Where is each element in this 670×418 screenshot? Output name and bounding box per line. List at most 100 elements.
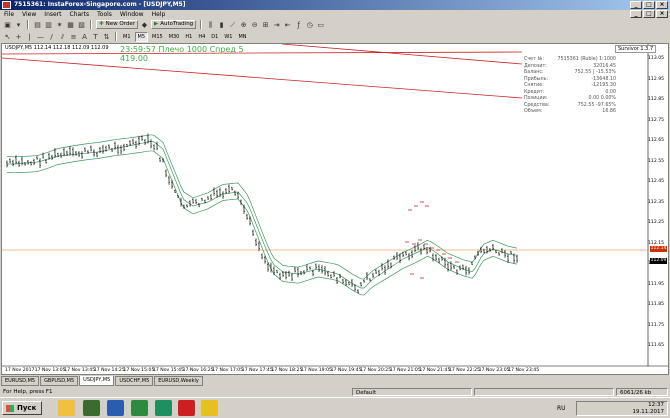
line-chart-icon[interactable]: ⟋ (228, 20, 237, 29)
menu-bar: File View Insert Charts Tools Window Hel… (0, 10, 670, 19)
y-axis-label: 111.85 (648, 302, 665, 307)
menu-file[interactable]: File (4, 11, 14, 18)
zoom-out-icon[interactable]: ⊖ (250, 20, 259, 29)
data-window-icon[interactable]: ▥ (44, 20, 53, 29)
autotrading-button[interactable]: ▶ AutoTrading (150, 20, 197, 29)
arrows-icon[interactable]: ⇅ (102, 32, 111, 41)
tf-m5[interactable]: M5 (134, 31, 148, 42)
tf-w1[interactable]: W1 (222, 33, 234, 41)
market-watch-icon[interactable]: ▤ (33, 20, 42, 29)
candles-icon[interactable]: ▮ (217, 20, 226, 29)
y-axis-label: 111.65 (648, 343, 665, 348)
x-axis-label: 17 Nov 13:45 (64, 368, 96, 373)
clock[interactable]: 12:37 19.11.2017 (633, 402, 665, 416)
tf-m1[interactable]: M1 (121, 33, 133, 41)
maximize-button[interactable]: □ (643, 1, 655, 9)
new-chart-icon[interactable]: ▣ (3, 20, 12, 29)
tf-mn[interactable]: MN (236, 33, 248, 41)
tab-eurusd-m5[interactable]: EURUSD,M5 (1, 376, 40, 386)
x-axis-label: 17 Nov 15:05 (123, 368, 155, 373)
mdi-close-button[interactable]: × (656, 10, 668, 18)
mdi-minimize-button[interactable]: _ (630, 10, 642, 18)
channel-icon[interactable]: ⫽ (58, 32, 67, 41)
horizontal-line-icon[interactable]: — (36, 32, 45, 41)
menu-charts[interactable]: Charts (70, 11, 90, 18)
y-axis-label: 112.15 (648, 240, 665, 246)
trendline-icon[interactable]: / (47, 32, 56, 41)
zoom-in-icon[interactable]: ⊕ (239, 20, 248, 29)
cursor-icon[interactable]: ↖ (3, 32, 12, 41)
timeframes-toolbar: ↖ + | — / ⫽ ≡ A T ⇅ M1 M5 M15 M30 H1 H4 … (0, 31, 670, 42)
plus-icon: ✚ (99, 21, 104, 27)
mdi-restore-button[interactable]: □ (643, 10, 655, 18)
x-axis-label: 17 Nov 18:25 (271, 368, 303, 373)
profile-name: Default (352, 388, 472, 396)
indicators-icon[interactable]: ƒ (294, 20, 303, 29)
chart-shift-icon[interactable]: ⇤ (283, 20, 292, 29)
system-tray: RU 12:37 19.11.2017 (557, 401, 668, 416)
mt4-app-icon[interactable] (83, 400, 100, 416)
metaeditor-icon[interactable]: ◆ (140, 20, 149, 29)
tf-m30[interactable]: M30 (167, 33, 182, 41)
x-axis-label: 17 Nov 22:25 (449, 368, 480, 373)
price-readout: 419.00 (120, 54, 148, 63)
tab-usdjpy-m5[interactable]: USDJPY,M5 (79, 376, 115, 386)
label-icon[interactable]: T (91, 32, 100, 41)
tab-eurusd-weekly[interactable]: EURUSD,Weekly (154, 376, 203, 386)
vertical-line-icon[interactable]: | (25, 32, 34, 41)
tf-m15[interactable]: M15 (150, 33, 165, 41)
language-indicator[interactable]: RU (557, 405, 566, 412)
bar-chart-icon[interactable]: ⫼ (206, 20, 215, 29)
x-axis-label: 17 Nov 15:45 (153, 368, 184, 373)
y-axis-label: 112.45 (648, 179, 665, 184)
fibonacci-icon[interactable]: ≡ (69, 32, 78, 41)
periods-icon[interactable]: ◷ (305, 20, 314, 29)
symbol-info: USDJPY,M5 112.14 112.18 112.09 112.09 (5, 45, 109, 51)
menu-help[interactable]: Help (152, 11, 166, 18)
text-icon[interactable]: A (80, 32, 89, 41)
instaforex-app-icon[interactable] (178, 400, 195, 416)
chart-window[interactable]: USDJPY,M5 112.14 112.18 112.09 112.09 23… (1, 43, 669, 375)
menu-window[interactable]: Window (120, 11, 144, 18)
play-icon: ▶ (153, 21, 159, 27)
app-icon (2, 1, 11, 9)
templates-icon[interactable]: ▭ (316, 20, 325, 29)
new-order-button[interactable]: ✚ New Order (96, 20, 138, 29)
tf-h1[interactable]: H1 (183, 33, 194, 41)
tool-app-icon[interactable] (201, 400, 218, 416)
menu-insert[interactable]: Insert (44, 11, 61, 18)
crosshair-icon[interactable]: + (14, 32, 23, 41)
menu-view[interactable]: View (22, 11, 36, 18)
terminal-icon[interactable]: ▦ (66, 20, 75, 29)
menu-tools[interactable]: Tools (97, 11, 112, 18)
standard-toolbar: ▣ ▾ ▤ ▥ ✶ ▦ ▧ ✚ New Order ◆ ▶ AutoTrading … (0, 19, 670, 30)
autoscroll-icon[interactable]: ⇥ (272, 20, 281, 29)
windows-logo-icon (6, 405, 14, 412)
chart-app-icon[interactable] (131, 400, 148, 416)
tf-h4[interactable]: H4 (196, 33, 207, 41)
tab-gbpusd-m5[interactable]: GBPUSD,M5 (40, 376, 79, 386)
clock-time: 12:37 (648, 402, 664, 408)
tab-usdchf-m5[interactable]: USDCHF,M5 (115, 376, 154, 386)
mt5-app-icon[interactable] (155, 400, 172, 416)
window-title: 7515361: InstaForex-Singapore.com - [USD… (14, 1, 186, 8)
profiles-icon[interactable]: ▾ (14, 20, 23, 29)
x-axis-label: 17 Nov 14:25 (93, 368, 125, 373)
bar-timer: 23:59:57 Плечо 1000 Спред 5 (120, 45, 244, 54)
x-axis-label: 17 Nov 23:45 (508, 368, 540, 373)
x-axis-label: 17 Nov 13:05 (34, 368, 66, 373)
new-order-label: New Order (105, 21, 135, 27)
tf-d1[interactable]: D1 (209, 33, 220, 41)
red-line-lower (2, 57, 523, 99)
navigator-icon[interactable]: ✶ (55, 20, 64, 29)
tile-icon[interactable]: ⊞ (261, 20, 270, 29)
start-button[interactable]: Пуск (2, 401, 42, 415)
terminal-app-icon[interactable] (107, 400, 124, 416)
y-axis-label: 112.35 (648, 199, 665, 205)
folder-app-icon[interactable] (58, 400, 75, 416)
x-axis-label: 17 Nov 2017 (5, 368, 35, 373)
minimize-button[interactable]: _ (630, 1, 642, 9)
x-axis-label: 17 Nov 17:45 (241, 368, 273, 373)
close-button[interactable]: × (656, 1, 668, 9)
tester-icon[interactable]: ▧ (77, 20, 86, 29)
